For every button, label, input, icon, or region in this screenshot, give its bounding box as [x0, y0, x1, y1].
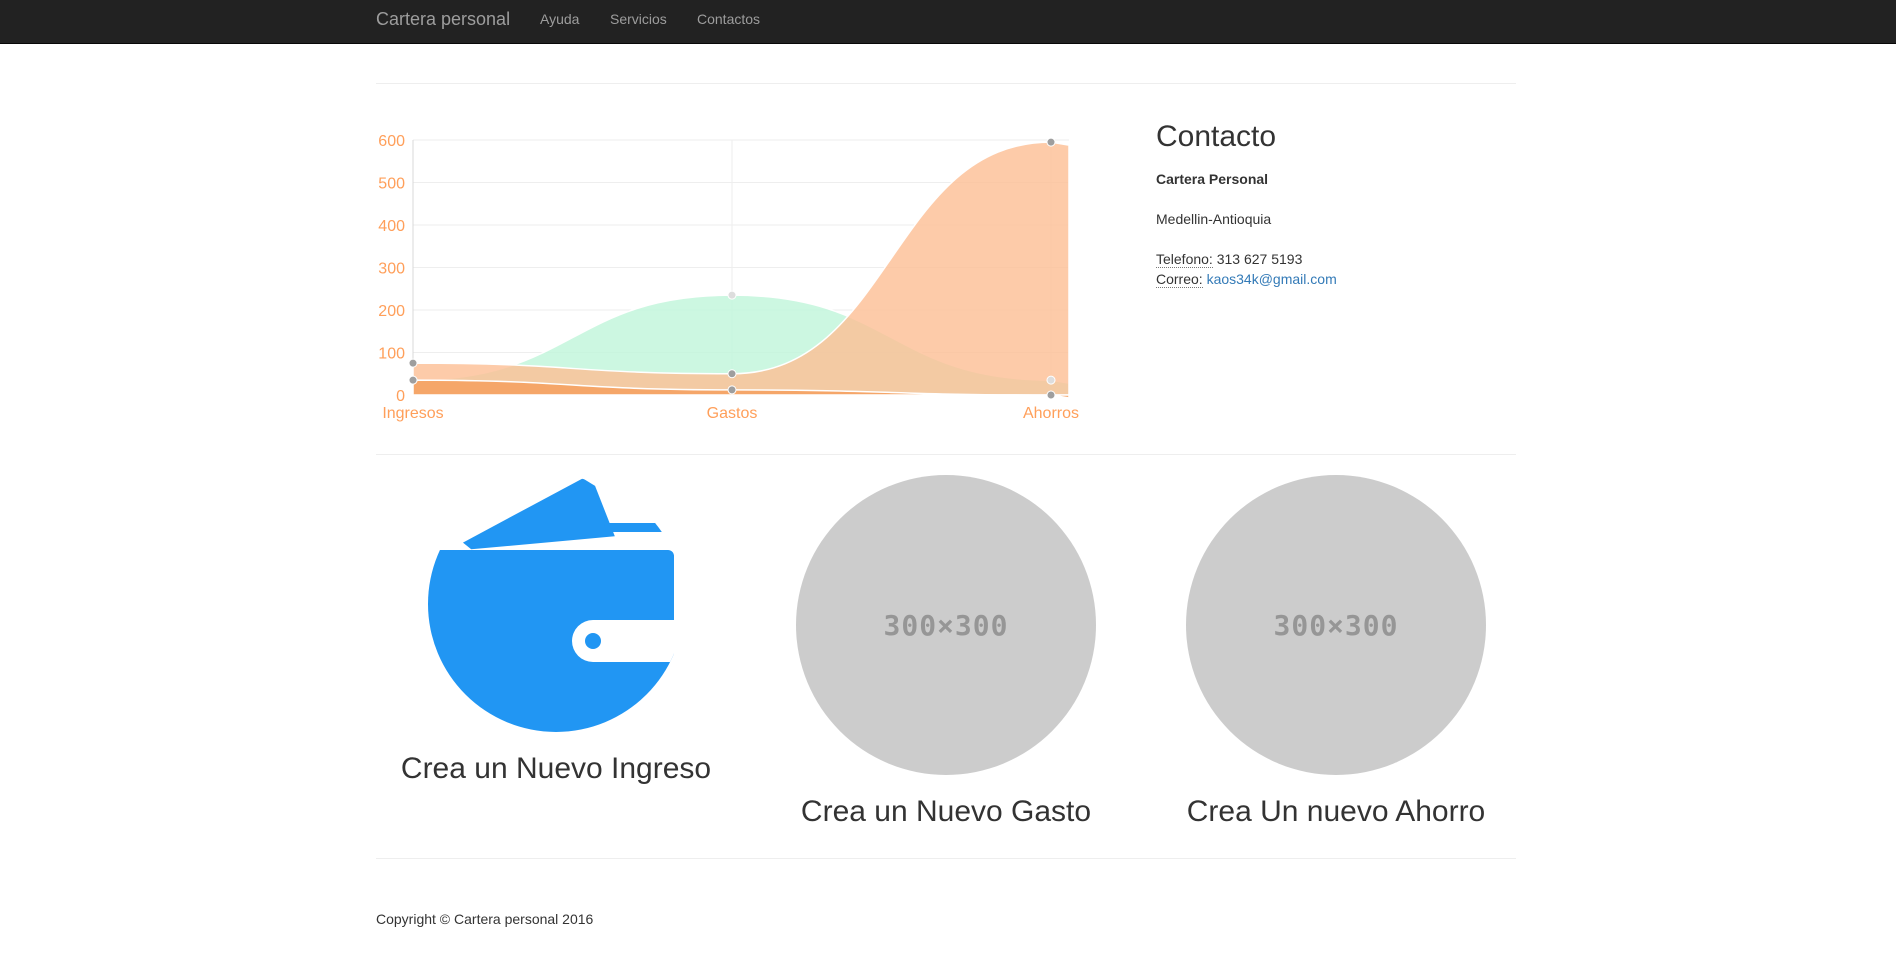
nav-link-servicios[interactable]: Servicios: [610, 11, 667, 27]
data-point: [1046, 375, 1056, 385]
contact-email-row: Correo: kaos34k@gmail.com: [1156, 269, 1516, 289]
placeholder-label-ahorro: 300×300: [1273, 608, 1399, 642]
y-tick-label: 600: [378, 133, 405, 150]
email-label: Correo:: [1156, 271, 1203, 288]
contact-city: Medellin-Antioquia: [1156, 211, 1272, 227]
y-tick-label: 0: [396, 388, 405, 405]
phone-value: 313 627 5193: [1216, 251, 1303, 267]
wallet-icon[interactable]: [426, 474, 686, 734]
email-link[interactable]: kaos34k@gmail.com: [1207, 271, 1337, 287]
divider-bottom: [376, 858, 1516, 859]
y-tick-label: 300: [378, 261, 405, 278]
phone-label: Telefono:: [1156, 251, 1213, 268]
data-point: [1046, 390, 1056, 400]
contact-name: Cartera Personal: [1156, 171, 1269, 187]
finance-chart: 0 100 200 300 400 500 600 Ingresos Gastos Ahorros: [372, 125, 1082, 425]
y-tick-label: 400: [378, 218, 405, 235]
brand-link[interactable]: Cartera personal: [376, 9, 510, 30]
area-chart-svg: 0 100 200 300 400 500 600 Ingresos Gastos Ahorros: [378, 133, 1079, 422]
y-tick-label: 500: [378, 176, 405, 193]
card-nuevo-gasto[interactable]: 300×300 Crea un Nuevo Gasto: [766, 475, 1126, 829]
card-title-ahorro[interactable]: Crea Un nuevo Ahorro: [1156, 795, 1516, 829]
x-tick-label: Ingresos: [382, 405, 443, 422]
card-nuevo-ahorro[interactable]: 300×300 Crea Un nuevo Ahorro: [1156, 475, 1516, 829]
nav-link-ayuda[interactable]: Ayuda: [540, 11, 579, 27]
contact-heading: Contacto: [1156, 120, 1277, 153]
contact-section: Contacto Cartera Personal Medellin-Antio…: [1156, 120, 1516, 289]
divider-middle: [376, 454, 1516, 455]
data-point: [727, 385, 737, 395]
data-point: [727, 290, 737, 300]
divider-top: [376, 83, 1516, 84]
nav-link-contactos[interactable]: Contactos: [697, 11, 760, 27]
placeholder-label-gasto: 300×300: [883, 608, 1009, 642]
placeholder-image-gasto[interactable]: 300×300: [796, 475, 1096, 775]
data-point: [408, 358, 418, 368]
data-point: [727, 369, 737, 379]
placeholder-image-ahorro[interactable]: 300×300: [1186, 475, 1486, 775]
contact-phone-row: Telefono: 313 627 5193: [1156, 249, 1516, 269]
top-navbar: Cartera personal Ayuda Servicios Contact…: [0, 0, 1896, 44]
card-nuevo-ingreso[interactable]: Crea un Nuevo Ingreso: [376, 474, 736, 786]
x-tick-label: Gastos: [707, 405, 758, 422]
data-point: [1046, 137, 1056, 147]
data-point: [408, 375, 418, 385]
y-tick-label: 100: [378, 346, 405, 363]
x-tick-label: Ahorros: [1023, 405, 1079, 422]
footer-copyright: Copyright © Cartera personal 2016: [376, 911, 594, 927]
card-title-gasto[interactable]: Crea un Nuevo Gasto: [766, 795, 1126, 829]
card-title-ingreso[interactable]: Crea un Nuevo Ingreso: [376, 752, 736, 786]
y-tick-label: 200: [378, 303, 405, 320]
